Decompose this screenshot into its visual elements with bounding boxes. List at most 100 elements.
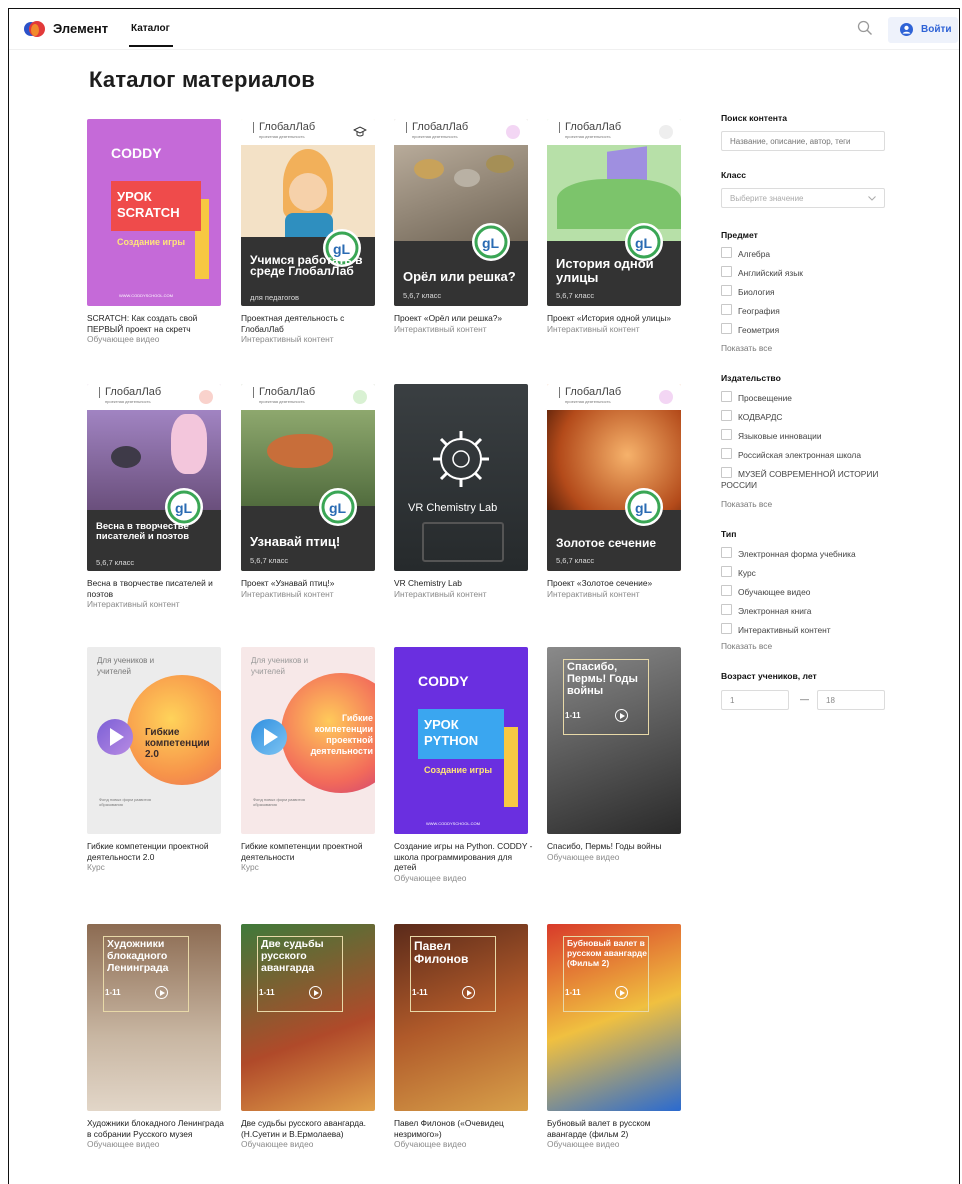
- type-checkbox[interactable]: Электронная книга: [721, 604, 811, 616]
- card-thumbnail[interactable]: ГлобалЛаб проектная деятельность gL Узна…: [241, 384, 375, 571]
- card-title[interactable]: Проект «Узнавай птиц!»: [241, 578, 381, 589]
- card-thumbnail[interactable]: Спасибо, Пермь! Годы войны 1-11: [547, 647, 681, 834]
- card-thumbnail[interactable]: Бубновый валет в русском авангарде (Филь…: [547, 924, 681, 1111]
- card-thumbnail[interactable]: ГлобалЛаб проектная деятельность gL Золо…: [547, 384, 681, 571]
- card-title-block[interactable]: Павел Филонов («Очевидец незримого») Обу…: [394, 1118, 534, 1150]
- card-title[interactable]: Проект «Золотое сечение»: [547, 578, 687, 589]
- checkbox-box[interactable]: [721, 547, 732, 558]
- card-title[interactable]: Павел Филонов («Очевидец незримого»): [394, 1118, 534, 1139]
- publisher-checkbox[interactable]: МУЗЕЙ СОВРЕМЕННОЙ ИСТОРИИ: [721, 467, 878, 479]
- card-title-block[interactable]: Проект «История одной улицы» Интерактивн…: [547, 313, 687, 334]
- card-title[interactable]: Проект «История одной улицы»: [547, 313, 687, 324]
- card-title-block[interactable]: Весна в творчестве писателей и поэтов Ин…: [87, 578, 227, 610]
- checkbox-box[interactable]: [721, 323, 732, 334]
- checkbox-box[interactable]: [721, 566, 732, 577]
- login-button[interactable]: Войти: [888, 17, 958, 43]
- checkbox-box[interactable]: [721, 429, 732, 440]
- card-thumbnail[interactable]: CODDY УРОК PYTHON Создание игры WWW.CODD…: [394, 647, 528, 834]
- subject-checkbox[interactable]: География: [721, 304, 780, 316]
- show-all-publishers-link[interactable]: Показать все: [721, 499, 772, 509]
- card-title-block[interactable]: Проект «Золотое сечение» Интерактивный к…: [547, 578, 687, 599]
- publisher-checkbox[interactable]: Российская электронная школа: [721, 448, 861, 460]
- checkbox-box[interactable]: [721, 285, 732, 296]
- search-input[interactable]: [721, 131, 885, 151]
- card-title[interactable]: Гибкие компетенции проектной деятельност…: [87, 841, 227, 862]
- element-logo-icon[interactable]: [23, 20, 49, 38]
- card-title[interactable]: Спасибо, Пермь! Годы войны: [547, 841, 687, 852]
- age-from-input[interactable]: [721, 690, 789, 710]
- card-title[interactable]: Создание игры на Python. CODDY - школа п…: [394, 841, 534, 873]
- card-thumbnail[interactable]: ГлобалЛаб проектная деятельность gL Исто…: [547, 119, 681, 306]
- globallab-header: ГлобалЛаб проектная деятельность: [241, 119, 375, 145]
- subject-checkbox[interactable]: Алгебра: [721, 247, 770, 259]
- card-type: Интерактивный контент: [87, 599, 180, 609]
- type-checkbox[interactable]: Интерактивный контент: [721, 623, 831, 635]
- subject-checkbox[interactable]: Биология: [721, 285, 775, 297]
- brand-name[interactable]: Элемент: [53, 21, 108, 36]
- subject-checkbox[interactable]: Геометрия: [721, 323, 779, 335]
- checkbox-box[interactable]: [721, 410, 732, 421]
- card-thumbnail[interactable]: ГлобалЛаб проектная деятельность gL Орёл…: [394, 119, 528, 306]
- card-title-block[interactable]: Гибкие компетенции проектной деятельност…: [241, 841, 381, 873]
- checkbox-box[interactable]: [721, 585, 732, 596]
- card-title-block[interactable]: SCRATCH: Как создать свой ПЕРВЫЙ проект …: [87, 313, 227, 345]
- card-title[interactable]: SCRATCH: Как создать свой ПЕРВЫЙ проект …: [87, 313, 227, 334]
- checkbox-box[interactable]: [721, 304, 732, 315]
- card-title-block[interactable]: Создание игры на Python. CODDY - школа п…: [394, 841, 534, 883]
- thumb-headline: VR Chemistry Lab: [408, 502, 498, 514]
- checkbox-box[interactable]: [721, 247, 732, 258]
- checkbox-box[interactable]: [721, 391, 732, 402]
- card-thumbnail[interactable]: VR Chemistry Lab: [394, 384, 528, 571]
- card-title[interactable]: Две судьбы русского авангарда. (Н.Суетин…: [241, 1118, 381, 1139]
- checkbox-box[interactable]: [721, 448, 732, 459]
- card-thumbnail[interactable]: Павел Филонов 1-11: [394, 924, 528, 1111]
- card-title[interactable]: Проектная деятельность с ГлобалЛаб: [241, 313, 381, 334]
- checkbox-box[interactable]: [721, 623, 732, 634]
- card-title-block[interactable]: Гибкие компетенции проектной деятельност…: [87, 841, 227, 873]
- card-title-block[interactable]: Проектная деятельность с ГлобалЛаб Интер…: [241, 313, 381, 345]
- card-title[interactable]: Художники блокадного Ленинграда в собран…: [87, 1118, 227, 1139]
- checkbox-label: Курс: [738, 568, 756, 578]
- publisher-checkbox[interactable]: Языковые инновации: [721, 429, 822, 441]
- globallab-logo-icon: gL: [472, 223, 510, 261]
- show-all-subjects-link[interactable]: Показать все: [721, 343, 772, 353]
- publisher-checkbox[interactable]: КОДВАРДС: [721, 410, 782, 422]
- card-title-block[interactable]: Проект «Узнавай птиц!» Интерактивный кон…: [241, 578, 381, 599]
- checkbox-box[interactable]: [721, 266, 732, 277]
- card-title[interactable]: VR Chemistry Lab: [394, 578, 534, 589]
- card-title-block[interactable]: Проект «Орёл или решка?» Интерактивный к…: [394, 313, 534, 334]
- card-thumbnail[interactable]: Для учеников и учителей Гибкие компетенц…: [241, 647, 375, 834]
- card-thumbnail[interactable]: Две судьбы русского авангарда 1-11: [241, 924, 375, 1111]
- subject-checkbox[interactable]: Английский язык: [721, 266, 803, 278]
- card-title-block[interactable]: Две судьбы русского авангарда. (Н.Суетин…: [241, 1118, 381, 1150]
- card-thumbnail[interactable]: ГлобалЛаб проектная деятельность gL Весн…: [87, 384, 221, 571]
- search-icon[interactable]: [857, 20, 873, 36]
- age-to-input[interactable]: [817, 690, 885, 710]
- nav-tab-catalog[interactable]: Каталог: [131, 23, 170, 34]
- thumb-headline: Бубновый валет в русском авангарде (Филь…: [567, 938, 647, 968]
- checkbox-box[interactable]: [721, 604, 732, 615]
- card-title-block[interactable]: Бубновый валет в русском авангарде (филь…: [547, 1118, 687, 1150]
- card-title[interactable]: Бубновый валет в русском авангарде (филь…: [547, 1118, 687, 1139]
- card-title-block[interactable]: Художники блокадного Ленинграда в собран…: [87, 1118, 227, 1150]
- age-range: 1-11: [412, 988, 428, 997]
- card-thumbnail[interactable]: Художники блокадного Ленинграда 1-11: [87, 924, 221, 1111]
- card-title-block[interactable]: Спасибо, Пермь! Годы войны Обучающее вид…: [547, 841, 687, 862]
- publisher-checkbox[interactable]: Просвещение: [721, 391, 792, 403]
- show-all-types-link[interactable]: Показать все: [721, 641, 772, 651]
- card-title[interactable]: Проект «Орёл или решка?»: [394, 313, 534, 324]
- card-thumbnail[interactable]: CODDY УРОК SCRATCH Создание игры WWW.COD…: [87, 119, 221, 306]
- checkbox-box[interactable]: [721, 467, 732, 478]
- type-checkbox[interactable]: Курс: [721, 566, 756, 578]
- thumb-headline: Спасибо, Пермь! Годы войны: [567, 661, 638, 697]
- flowers: [171, 414, 207, 474]
- class-select[interactable]: Выберите значение: [721, 188, 885, 208]
- card-thumbnail[interactable]: Для учеников и учителей Гибкие компетенц…: [87, 647, 221, 834]
- type-checkbox[interactable]: Электронная форма учебника: [721, 547, 856, 559]
- globallab-subtitle: проектная деятельность: [259, 399, 305, 404]
- card-title[interactable]: Весна в творчестве писателей и поэтов: [87, 578, 227, 599]
- card-title[interactable]: Гибкие компетенции проектной деятельност…: [241, 841, 381, 862]
- type-checkbox[interactable]: Обучающее видео: [721, 585, 810, 597]
- card-title-block[interactable]: VR Chemistry Lab Интерактивный контент: [394, 578, 534, 599]
- card-thumbnail[interactable]: ГлобалЛаб проектная деятельность gL Учим…: [241, 119, 375, 306]
